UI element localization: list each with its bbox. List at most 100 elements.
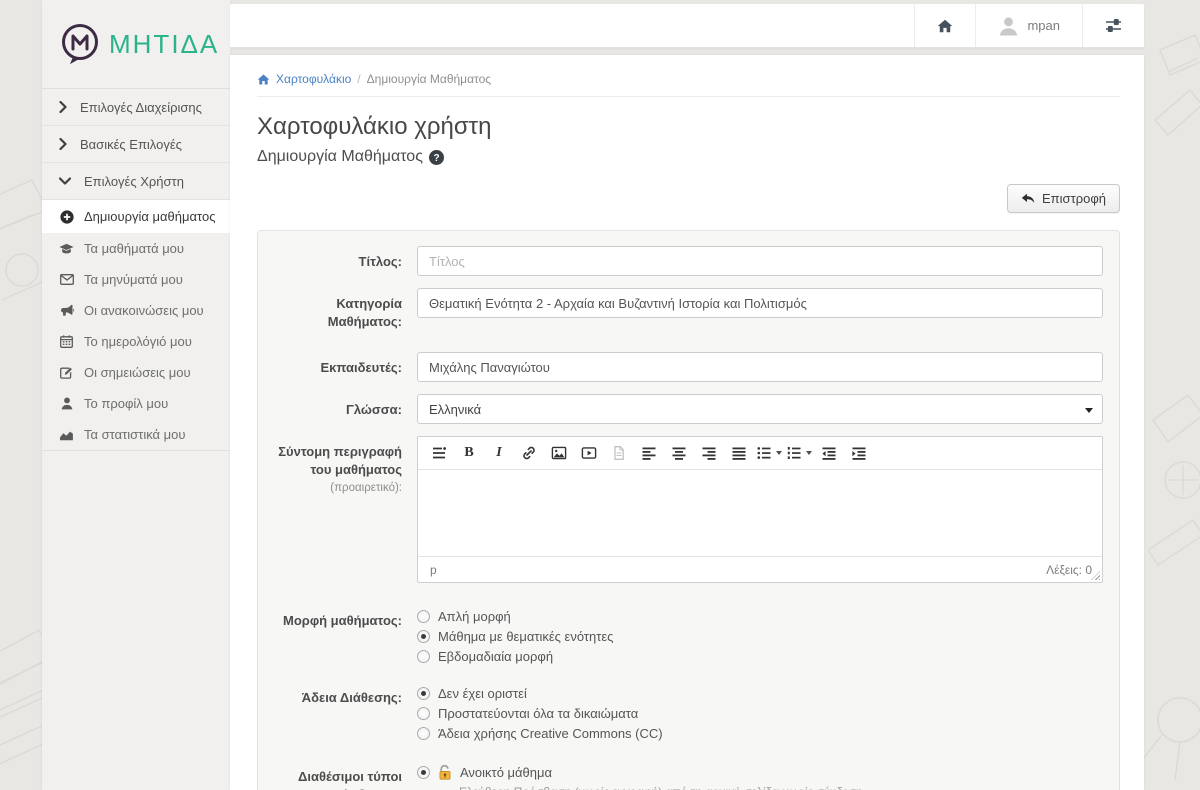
user-icon bbox=[59, 397, 74, 410]
title-label: Τίτλος: bbox=[274, 246, 402, 276]
chevron-down-icon bbox=[59, 177, 71, 185]
style-select-icon[interactable] bbox=[424, 441, 454, 465]
image-icon[interactable] bbox=[544, 441, 574, 465]
bold-icon[interactable]: B bbox=[454, 441, 484, 465]
rich-text-editor: BI p Λέξεις: 0 bbox=[417, 436, 1103, 583]
sidebar-label: Τα μηνύματά μου bbox=[84, 272, 183, 287]
license-label: Άδεια Διάθεσης: bbox=[274, 682, 402, 741]
home-button[interactable] bbox=[914, 4, 975, 47]
editor-content-area[interactable] bbox=[418, 470, 1102, 556]
teachers-label: Εκπαιδευτές: bbox=[274, 352, 402, 382]
dropdown-caret-icon bbox=[806, 451, 812, 455]
align-right-icon[interactable] bbox=[694, 441, 724, 465]
svg-text:?: ? bbox=[433, 153, 439, 164]
radio-checked[interactable] bbox=[417, 630, 430, 643]
sidebar-item-3[interactable]: Δημιουργία μαθήματος bbox=[42, 200, 230, 233]
radio-option[interactable]: Μάθημα με θεματικές ενότητες bbox=[417, 629, 1103, 644]
description-optional-label: (προαιρετικό): bbox=[330, 482, 402, 494]
category-input[interactable] bbox=[417, 288, 1103, 318]
radio-unchecked[interactable] bbox=[417, 650, 430, 663]
sidebar-section-2[interactable]: Επιλογές Χρήστη bbox=[42, 163, 230, 200]
sidebar-label: Τα μαθήματά μου bbox=[84, 241, 184, 256]
radio-option[interactable]: Άδεια χρήσης Creative Commons (CC) bbox=[417, 726, 1103, 741]
radio-unchecked[interactable] bbox=[417, 610, 430, 623]
settings-button[interactable] bbox=[1082, 4, 1144, 47]
sidebar-label: Βασικές Επιλογές bbox=[80, 137, 182, 152]
format-label: Μορφή μαθήματος: bbox=[274, 605, 402, 664]
align-left-icon[interactable] bbox=[634, 441, 664, 465]
breadcrumb-link-portfolio[interactable]: Χαρτοφυλάκιο bbox=[276, 72, 351, 86]
username: mpan bbox=[1027, 18, 1060, 33]
back-button[interactable]: Επιστροφή bbox=[1007, 184, 1120, 213]
chevron-right-icon bbox=[59, 138, 67, 150]
sidebar-item-5[interactable]: Τα μηνύματά μου bbox=[42, 264, 230, 295]
brand-name: ΜΗΤΙΔΑ bbox=[109, 29, 219, 60]
unlock-icon bbox=[438, 765, 452, 780]
numbered-list-icon[interactable] bbox=[784, 441, 814, 465]
sidebar-label: Το προφίλ μου bbox=[84, 396, 168, 411]
radio-option[interactable]: Προστατεύονται όλα τα δικαιώματα bbox=[417, 706, 1103, 721]
radio-option-label: Άδεια χρήσης Creative Commons (CC) bbox=[438, 726, 663, 741]
sidebar-section-1[interactable]: Βασικές Επιλογές bbox=[42, 126, 230, 163]
radio-option[interactable]: Απλή μορφή bbox=[417, 609, 1103, 624]
align-center-icon[interactable] bbox=[664, 441, 694, 465]
plus-circle-icon bbox=[59, 210, 74, 224]
italic-icon[interactable]: I bbox=[484, 441, 514, 465]
teachers-input[interactable] bbox=[417, 352, 1103, 382]
sidebar-item-7[interactable]: Το ημερολόγιό μου bbox=[42, 326, 230, 357]
breadcrumb: Χαρτοφυλάκιο / Δημιουργία Μαθήματος bbox=[257, 55, 1120, 97]
back-button-label: Επιστροφή bbox=[1042, 191, 1106, 206]
sidebar-label: Επιλογές Χρήστη bbox=[84, 174, 184, 189]
radio-option-label: Απλή μορφή bbox=[438, 609, 511, 624]
license-radio-group: Δεν έχει οριστεί Προστατεύονται όλα τα δι… bbox=[417, 682, 1103, 741]
help-icon[interactable]: ? bbox=[429, 150, 444, 165]
language-label: Γλώσσα: bbox=[274, 394, 402, 424]
editor-resize-grip[interactable] bbox=[1091, 571, 1100, 580]
course-format-radio-group: Απλή μορφή Μάθημα με θεματικές ενότητες Εβ… bbox=[417, 605, 1103, 664]
sidebar-label: Οι σημειώσεις μου bbox=[84, 365, 191, 380]
description-label: Σύντομη περιγραφή του μαθήματος (προαιρε… bbox=[274, 436, 402, 583]
sidebar-item-10[interactable]: Τα στατιστικά μου bbox=[42, 419, 230, 450]
sidebar-item-8[interactable]: Οι σημειώσεις μου bbox=[42, 357, 230, 388]
title-input[interactable] bbox=[417, 246, 1103, 276]
reply-arrow-icon bbox=[1021, 193, 1035, 205]
sidebar-section-0[interactable]: Επιλογές Διαχείρισης bbox=[42, 89, 230, 126]
user-avatar-icon bbox=[998, 15, 1019, 36]
link-icon[interactable] bbox=[514, 441, 544, 465]
user-menu[interactable]: mpan bbox=[975, 4, 1082, 47]
radio-unchecked[interactable] bbox=[417, 727, 430, 740]
radio-option-label: Προστατεύονται όλα τα δικαιώματα bbox=[438, 706, 638, 721]
calendar-icon bbox=[59, 335, 74, 348]
file-manager-icon bbox=[604, 441, 634, 465]
home-icon bbox=[937, 19, 953, 33]
radio-checked[interactable] bbox=[417, 687, 430, 700]
bullet-list-icon[interactable] bbox=[754, 441, 784, 465]
sidebar-item-9[interactable]: Το προφίλ μου bbox=[42, 388, 230, 419]
main-content: Χαρτοφυλάκιο / Δημιουργία Μαθήματος Χαρτ… bbox=[230, 55, 1144, 790]
radio-checked[interactable] bbox=[417, 766, 430, 779]
logo[interactable]: ΜΗΤΙΔΑ bbox=[42, 0, 230, 88]
envelope-icon bbox=[59, 274, 74, 285]
indent-icon[interactable] bbox=[844, 441, 874, 465]
sidebar: ΜΗΤΙΔΑ Επιλογές Διαχείρισης Βασικές Επιλο… bbox=[42, 0, 230, 790]
radio-option[interactable]: Εβδομαδιαία μορφή bbox=[417, 649, 1103, 664]
category-label: Κατηγορία Μαθήματος: bbox=[274, 288, 402, 330]
access-option-open-course[interactable]: Ανοικτό μάθημα bbox=[417, 761, 1103, 780]
radio-unchecked[interactable] bbox=[417, 707, 430, 720]
radio-option-label: Εβδομαδιαία μορφή bbox=[438, 649, 553, 664]
language-select[interactable]: Ελληνικά bbox=[417, 394, 1103, 424]
outdent-icon[interactable] bbox=[814, 441, 844, 465]
radio-option[interactable]: Δεν έχει οριστεί bbox=[417, 686, 1103, 701]
sidebar-item-4[interactable]: Τα μαθήματά μου bbox=[42, 233, 230, 264]
align-justify-icon[interactable] bbox=[724, 441, 754, 465]
page-title: Χαρτοφυλάκιο χρήστη bbox=[257, 113, 1120, 141]
area-chart-icon bbox=[59, 429, 74, 441]
sliders-icon bbox=[1105, 18, 1122, 33]
language-selected-value: Ελληνικά bbox=[429, 402, 481, 417]
sidebar-item-6[interactable]: Οι ανακοινώσεις μου bbox=[42, 295, 230, 326]
media-icon[interactable] bbox=[574, 441, 604, 465]
brand-bubble-m-icon bbox=[60, 23, 100, 65]
sidebar-menu: Επιλογές Διαχείρισης Βασικές Επιλογές Επιλ… bbox=[42, 88, 230, 451]
page-subtitle: Δημιουργία Μαθήματος bbox=[257, 148, 423, 166]
access-label: Διαθέσιμοι τύποι πρόσβασης: bbox=[274, 761, 402, 790]
